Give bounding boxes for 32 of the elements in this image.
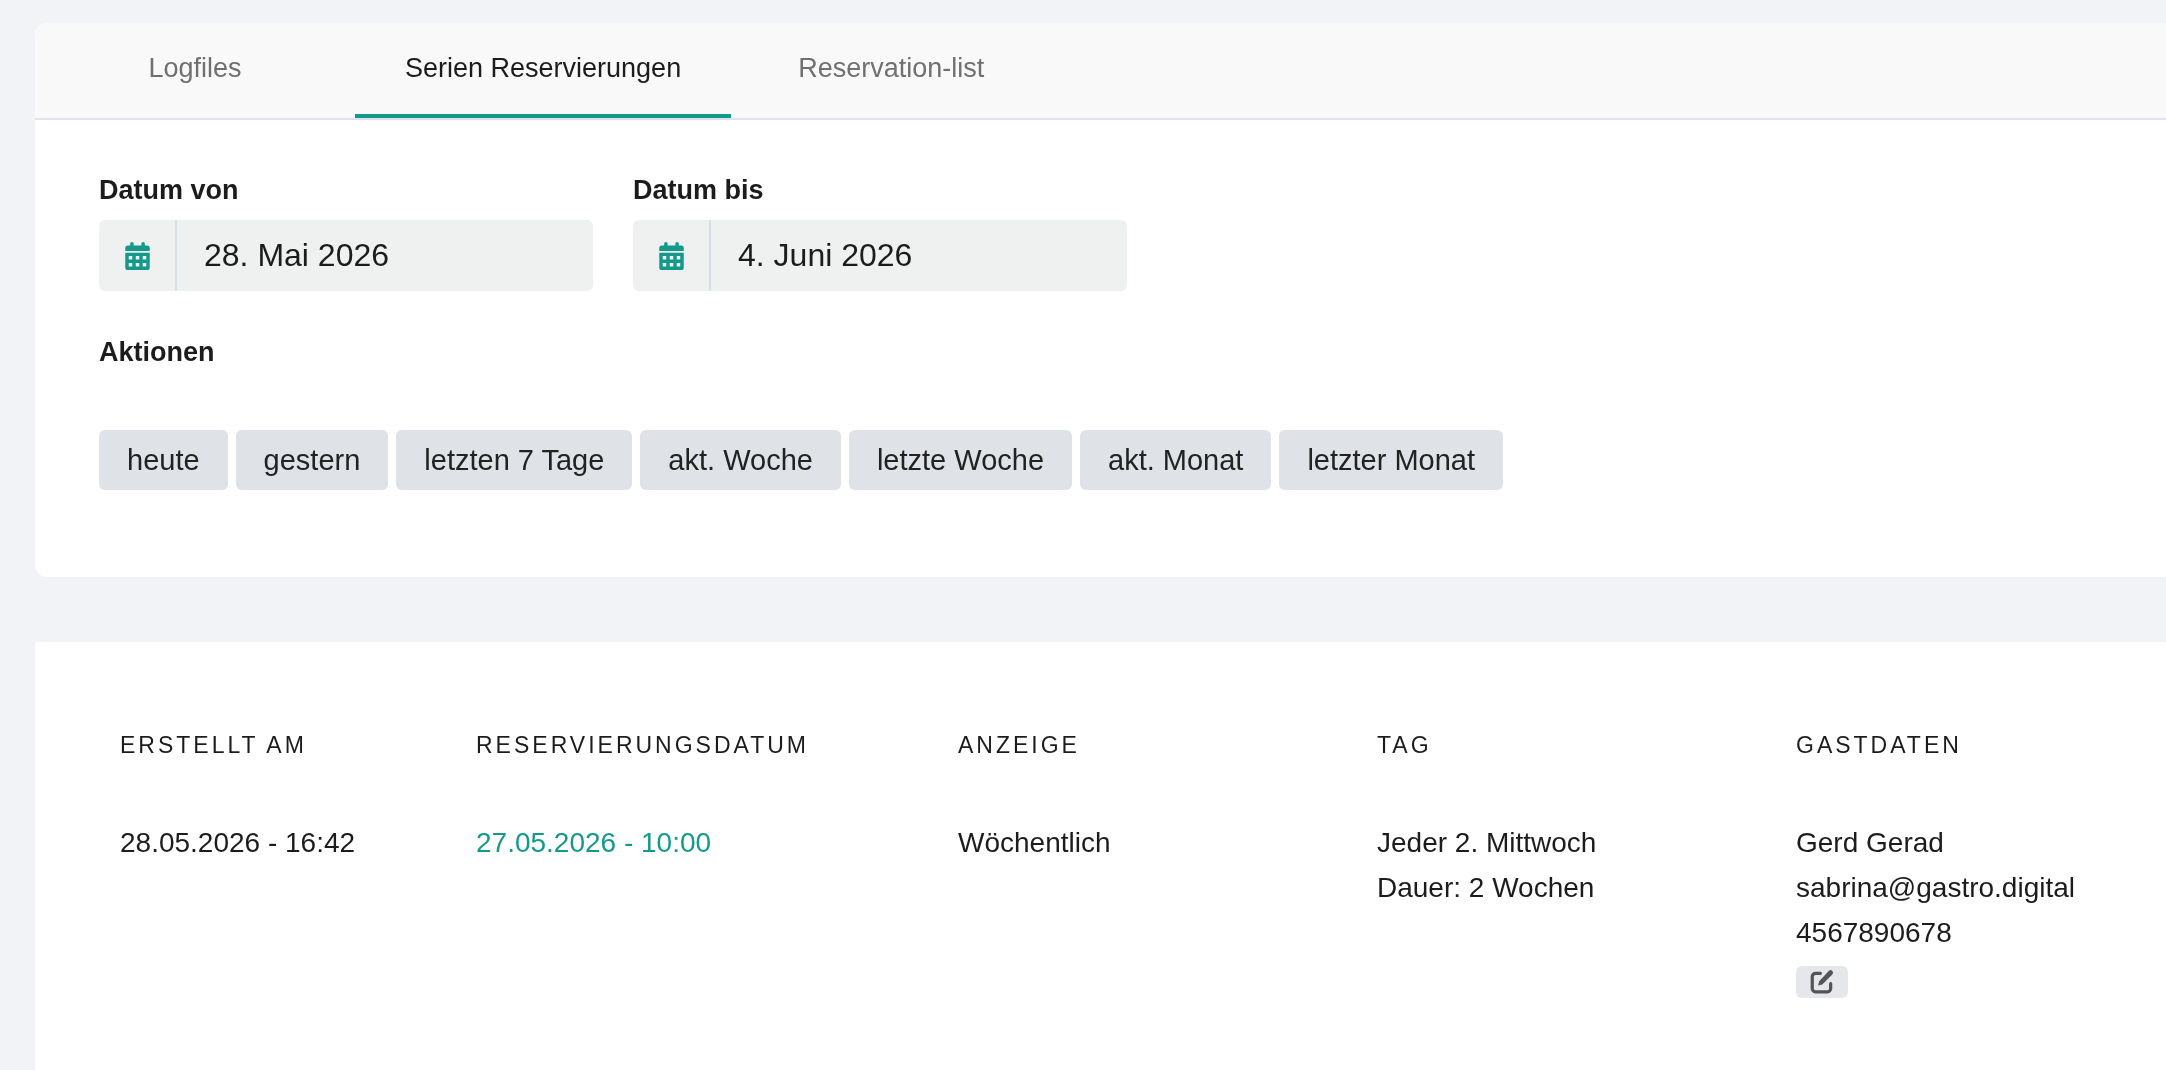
- tab[interactable]: Reservation-list: [731, 23, 1052, 118]
- cell-text: 28.05.2026 - 16:42: [120, 826, 356, 860]
- date-field[interactable]: 28. Mai 2026: [99, 220, 593, 291]
- quick-filter-button[interactable]: heute: [99, 430, 228, 490]
- column-header: GASTDATEN: [1796, 731, 1962, 760]
- column-header: TAG: [1377, 731, 1432, 760]
- calendar-icon: [124, 241, 150, 270]
- column-header: ANZEIGE: [958, 731, 1080, 760]
- quick-filter-button[interactable]: letzten 7 Tage: [396, 430, 633, 490]
- quick-filter-button[interactable]: akt. Monat: [1080, 430, 1272, 490]
- cell-text: 4567890678: [1796, 916, 1952, 950]
- cell-text: Gerd Gerad: [1796, 826, 1944, 860]
- column-header: ERSTELLT AM: [120, 731, 307, 760]
- tab[interactable]: Logfiles: [35, 23, 355, 118]
- quick-filter-button[interactable]: letzter Monat: [1279, 430, 1504, 490]
- calendar-icon: [658, 241, 684, 270]
- edit-button[interactable]: [1796, 966, 1848, 998]
- edit-icon: [1809, 969, 1835, 995]
- cell-text: Wöchentlich: [958, 826, 1111, 860]
- cell-text: Dauer: 2 Wochen: [1377, 871, 1595, 905]
- cell-text: Jeder 2. Mittwoch: [1377, 826, 1597, 860]
- quick-filter-button[interactable]: gestern: [235, 430, 389, 490]
- cell-text: sabrina@gastro.digital: [1796, 871, 2075, 905]
- field-label: Datum bis: [633, 174, 764, 206]
- section-label: Aktionen: [99, 336, 215, 368]
- date-link[interactable]: 27.05.2026 - 10:00: [476, 820, 712, 865]
- date-field[interactable]: 4. Juni 2026: [633, 220, 1127, 291]
- field-label: Datum von: [99, 174, 239, 206]
- quick-filter-button[interactable]: letzte Woche: [848, 430, 1072, 490]
- quick-filter-button[interactable]: akt. Woche: [640, 430, 841, 490]
- tab[interactable]: Serien Reservierungen: [355, 23, 732, 118]
- column-header: RESERVIERUNGSDATUM: [476, 731, 810, 760]
